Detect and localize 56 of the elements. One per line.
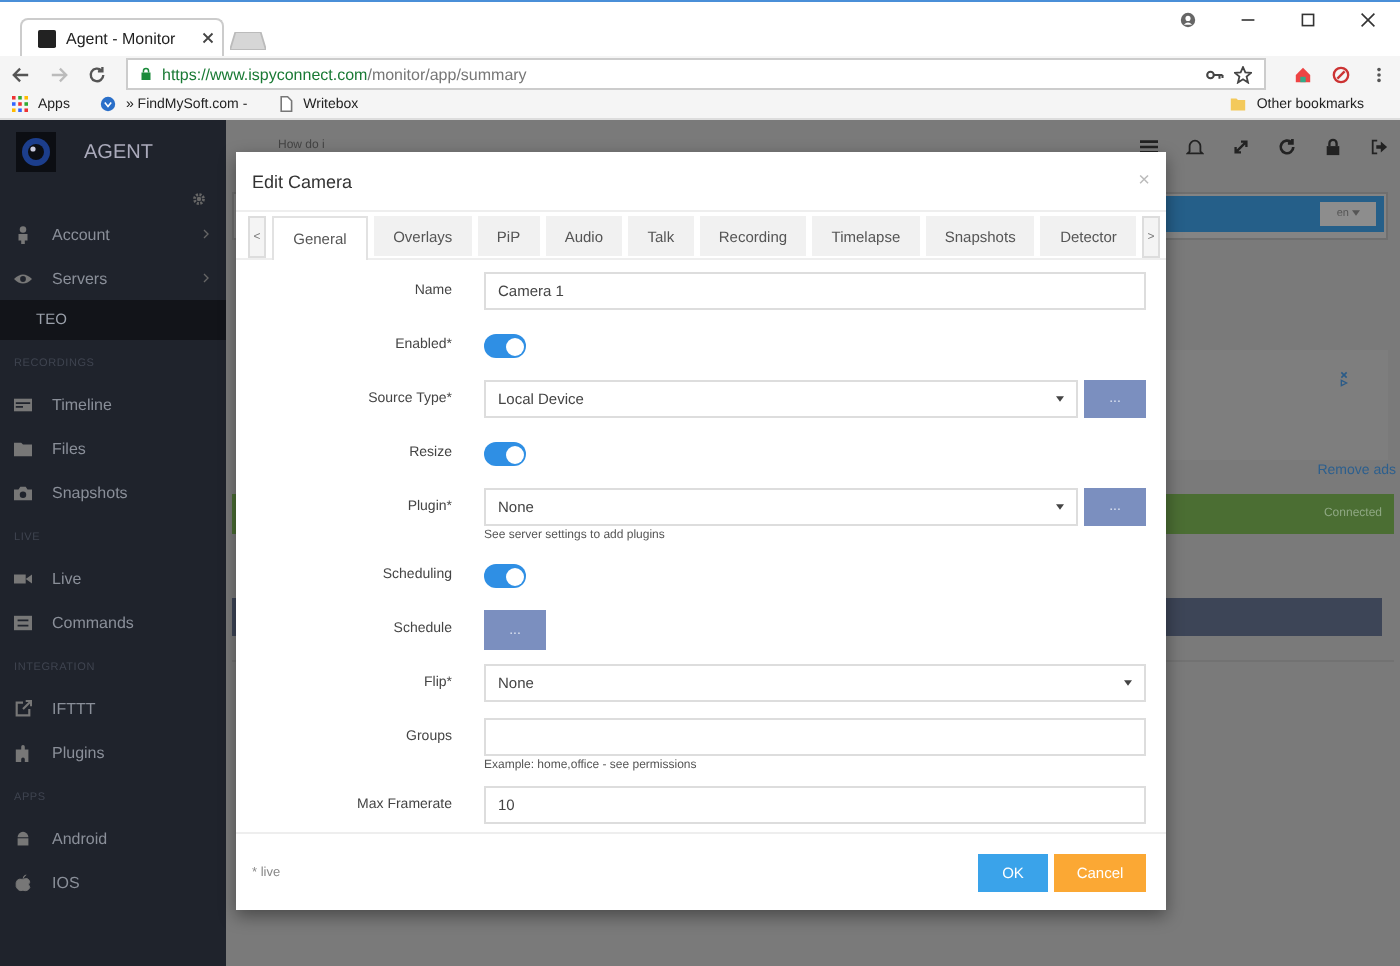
user-icon[interactable]: [1180, 12, 1196, 28]
toggle-switch[interactable]: [484, 564, 526, 588]
sidebar-item[interactable]: IOS: [52, 873, 210, 891]
sidebar-item[interactable]: Files: [52, 439, 210, 457]
browser-tab[interactable]: Agent - Monitor: [20, 18, 224, 56]
settings-icon[interactable]: [192, 192, 206, 206]
apps-grid-icon: [12, 96, 28, 112]
apple-icon: [14, 873, 32, 891]
caret-icon: [1124, 680, 1132, 686]
external-link-icon: [14, 699, 32, 717]
sidebar-item[interactable]: Android: [52, 829, 210, 847]
film-icon: [14, 395, 32, 413]
chevron-right-icon: [202, 272, 210, 284]
favicon-icon: [38, 29, 56, 47]
home-icon[interactable]: [1294, 65, 1312, 83]
sidebar-item[interactable]: Account: [52, 225, 182, 243]
sidebar-item[interactable]: Snapshots: [52, 483, 210, 501]
video-camera-icon: [14, 569, 32, 587]
sidebar-item[interactable]: Live: [52, 569, 210, 587]
url-text: https://www.ispyconnect.com/monitor/app/summary: [162, 65, 527, 83]
dialog-title: Edit Camera: [252, 171, 353, 191]
address-bar[interactable]: https://www.ispyconnect.com/monitor/app/summary: [126, 58, 1266, 90]
person-icon: [14, 225, 32, 243]
sidebar-item[interactable]: IFTTT: [52, 699, 210, 717]
bell-icon[interactable]: [1186, 138, 1204, 156]
list-icon[interactable]: [1140, 138, 1158, 156]
eye-logo-icon: [16, 132, 56, 172]
sign-out-icon[interactable]: [1370, 138, 1388, 156]
lock-icon: [140, 66, 152, 82]
folder-icon: [14, 439, 32, 457]
android-icon: [14, 829, 32, 847]
sidebar-item[interactable]: Servers: [52, 269, 182, 287]
sidebar-item[interactable]: Timeline: [52, 395, 210, 413]
puzzle-icon: [14, 743, 32, 761]
chevron-right-icon: [202, 228, 210, 240]
text-field[interactable]: [484, 718, 1146, 756]
toggle-switch[interactable]: [484, 442, 526, 466]
camera-icon: [14, 483, 32, 501]
expand-icon[interactable]: [1232, 138, 1250, 156]
sidebar-item[interactable]: Commands: [52, 613, 210, 631]
refresh-icon[interactable]: [1278, 138, 1296, 156]
caret-icon: [1056, 504, 1064, 510]
brand-name: AGENT: [84, 141, 153, 163]
caret-icon: [1352, 210, 1360, 217]
caret-icon: [1056, 396, 1064, 402]
star-icon[interactable]: [1234, 65, 1252, 83]
sidebar-item[interactable]: Plugins: [52, 743, 210, 761]
eye-icon: [14, 269, 32, 287]
key-icon[interactable]: [1206, 65, 1224, 83]
lock-icon[interactable]: [1324, 138, 1342, 156]
list-icon: [14, 613, 32, 631]
back-icon[interactable]: [12, 65, 30, 83]
maximize-icon[interactable]: [1300, 12, 1316, 28]
folder-icon: [1230, 96, 1247, 112]
toggle-switch[interactable]: [484, 334, 526, 358]
reload-icon[interactable]: [88, 65, 106, 83]
